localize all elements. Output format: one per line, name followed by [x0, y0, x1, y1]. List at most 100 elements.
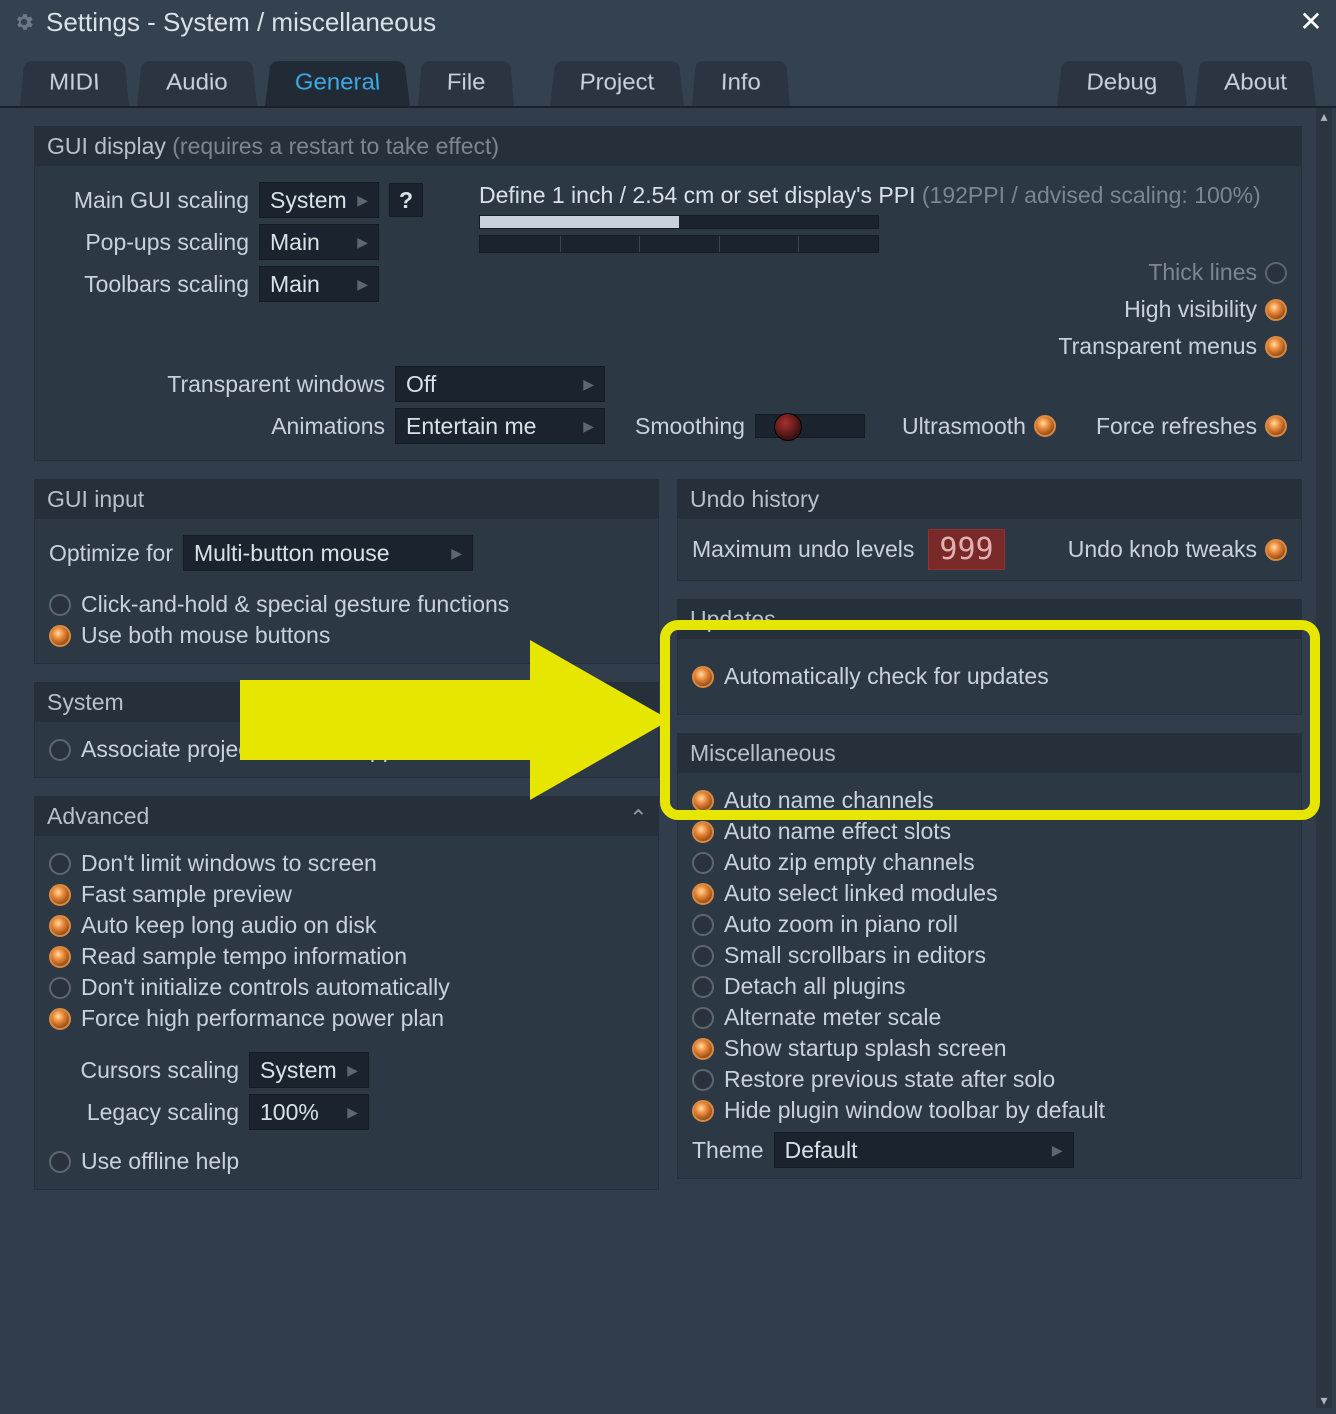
- smoothing-label: Smoothing: [635, 413, 745, 440]
- legacy-scaling-label: Legacy scaling: [49, 1099, 239, 1126]
- undo-knob-tweaks-toggle[interactable]: Undo knob tweaks: [1068, 536, 1287, 563]
- auto-zip-empty-channels-toggle[interactable]: Auto zip empty channels: [692, 849, 1287, 876]
- scrollbar[interactable]: ▴ ▾: [1316, 108, 1332, 1408]
- radio-icon: [692, 976, 714, 998]
- tab-about[interactable]: About: [1195, 61, 1316, 106]
- chevron-right-icon: ▶: [583, 418, 594, 435]
- window-title: Settings - System / miscellaneous: [46, 7, 436, 38]
- cursors-scaling-select[interactable]: System▶: [249, 1052, 369, 1088]
- tab-general[interactable]: General: [265, 61, 410, 106]
- radio-icon: [692, 790, 714, 812]
- fast-sample-preview-toggle[interactable]: Fast sample preview: [49, 881, 644, 908]
- ultrasmooth-toggle[interactable]: Ultrasmooth: [902, 413, 1056, 440]
- radio-icon: [49, 1151, 71, 1173]
- auto-keep-audio-toggle[interactable]: Auto keep long audio on disk: [49, 912, 644, 939]
- radio-icon: [1265, 539, 1287, 561]
- misc-title: Miscellaneous: [690, 740, 836, 766]
- chevron-right-icon: ▶: [347, 1104, 358, 1121]
- popups-scaling-select[interactable]: Main▶: [259, 224, 379, 260]
- panel-gui-input: GUI input Optimize for Multi-button mous…: [34, 479, 659, 664]
- force-high-perf-toggle[interactable]: Force high performance power plan: [49, 1005, 644, 1032]
- undo-title: Undo history: [690, 486, 819, 512]
- show-splash-toggle[interactable]: Show startup splash screen: [692, 1035, 1287, 1062]
- smoothing-slider[interactable]: [755, 414, 865, 438]
- optimize-for-label: Optimize for: [49, 540, 173, 567]
- advanced-title: Advanced: [47, 803, 149, 829]
- auto-name-channels-toggle[interactable]: Auto name channels: [692, 787, 1287, 814]
- tab-info[interactable]: Info: [692, 61, 790, 106]
- system-title: System: [47, 689, 124, 715]
- auto-zoom-piano-roll-toggle[interactable]: Auto zoom in piano roll: [692, 911, 1287, 938]
- read-sample-tempo-toggle[interactable]: Read sample tempo information: [49, 943, 644, 970]
- chevron-right-icon: ▶: [451, 545, 462, 562]
- transparent-menus-toggle[interactable]: Transparent menus: [1058, 333, 1287, 360]
- radio-icon: [692, 1038, 714, 1060]
- panel-undo-history: Undo history Maximum undo levels 999 Und…: [677, 479, 1302, 581]
- tab-file[interactable]: File: [418, 61, 514, 106]
- legacy-scaling-select[interactable]: 100%▶: [249, 1094, 369, 1130]
- thick-lines-toggle[interactable]: Thick lines: [1148, 259, 1287, 286]
- define-ppi-text: Define 1 inch / 2.54 cm or set display's…: [479, 182, 1261, 209]
- tab-midi[interactable]: MIDI: [20, 61, 129, 106]
- auto-name-effect-slots-toggle[interactable]: Auto name effect slots: [692, 818, 1287, 845]
- radio-icon: [692, 1100, 714, 1122]
- radio-icon: [1265, 299, 1287, 321]
- chevron-right-icon: ▶: [583, 376, 594, 393]
- gear-icon: [12, 10, 36, 34]
- slider-knob-icon: [774, 413, 802, 441]
- optimize-for-select[interactable]: Multi-button mouse▶: [183, 535, 473, 571]
- ppi-slider[interactable]: [479, 215, 879, 229]
- chevron-right-icon: ▶: [1052, 1142, 1063, 1159]
- radio-icon: [49, 739, 71, 761]
- animations-select[interactable]: Entertain me▶: [395, 408, 605, 444]
- dont-limit-windows-toggle[interactable]: Don't limit windows to screen: [49, 850, 644, 877]
- radio-icon: [692, 945, 714, 967]
- scroll-up-icon[interactable]: ▴: [1316, 108, 1332, 124]
- force-refreshes-toggle[interactable]: Force refreshes: [1096, 413, 1287, 440]
- restore-after-solo-toggle[interactable]: Restore previous state after solo: [692, 1066, 1287, 1093]
- transparent-windows-select[interactable]: Off▶: [395, 366, 605, 402]
- dont-init-controls-toggle[interactable]: Don't initialize controls automatically: [49, 974, 644, 1001]
- scroll-down-icon[interactable]: ▾: [1316, 1392, 1332, 1408]
- radio-icon: [692, 852, 714, 874]
- alternate-meter-scale-toggle[interactable]: Alternate meter scale: [692, 1004, 1287, 1031]
- panel-gui-display: GUI display (requires a restart to take …: [34, 126, 1302, 461]
- cursors-scaling-label: Cursors scaling: [49, 1057, 239, 1084]
- radio-icon: [692, 883, 714, 905]
- radio-icon: [1265, 415, 1287, 437]
- titlebar: Settings - System / miscellaneous ✕: [0, 0, 1336, 44]
- toolbars-scaling-label: Toolbars scaling: [49, 271, 249, 298]
- close-icon[interactable]: ✕: [1296, 6, 1326, 36]
- max-undo-value[interactable]: 999: [928, 529, 1004, 570]
- auto-check-updates-toggle[interactable]: Automatically check for updates: [692, 663, 1287, 690]
- radio-icon: [692, 821, 714, 843]
- theme-select[interactable]: Default▶: [774, 1132, 1074, 1168]
- chevron-right-icon: ▶: [357, 192, 368, 209]
- hide-plugin-toolbar-toggle[interactable]: Hide plugin window toolbar by default: [692, 1097, 1287, 1124]
- tab-audio[interactable]: Audio: [137, 61, 257, 106]
- radio-icon: [692, 666, 714, 688]
- auto-select-linked-modules-toggle[interactable]: Auto select linked modules: [692, 880, 1287, 907]
- tab-project[interactable]: Project: [550, 61, 684, 106]
- panel-updates: Updates Automatically check for updates: [677, 599, 1302, 715]
- radio-icon: [49, 594, 71, 616]
- radio-icon: [49, 625, 71, 647]
- offline-help-toggle[interactable]: Use offline help: [49, 1148, 644, 1175]
- high-visibility-toggle[interactable]: High visibility: [1124, 296, 1287, 323]
- annotation-arrow-icon: [240, 640, 680, 820]
- small-scrollbars-toggle[interactable]: Small scrollbars in editors: [692, 942, 1287, 969]
- radio-icon: [1034, 415, 1056, 437]
- tabs-row: MIDI Audio General File Project Info Deb…: [0, 44, 1336, 108]
- radio-icon: [692, 1007, 714, 1029]
- main-scaling-select[interactable]: System▶: [259, 182, 379, 218]
- main-scaling-label: Main GUI scaling: [49, 187, 249, 214]
- theme-label: Theme: [692, 1137, 764, 1164]
- gui-input-title: GUI input: [47, 486, 144, 512]
- help-button[interactable]: ?: [389, 183, 423, 217]
- toolbars-scaling-select[interactable]: Main▶: [259, 266, 379, 302]
- click-hold-toggle[interactable]: Click-and-hold & special gesture functio…: [49, 591, 644, 618]
- detach-all-plugins-toggle[interactable]: Detach all plugins: [692, 973, 1287, 1000]
- ppi-tick-slider[interactable]: [479, 235, 879, 253]
- tab-debug[interactable]: Debug: [1057, 61, 1187, 106]
- radio-icon: [1265, 336, 1287, 358]
